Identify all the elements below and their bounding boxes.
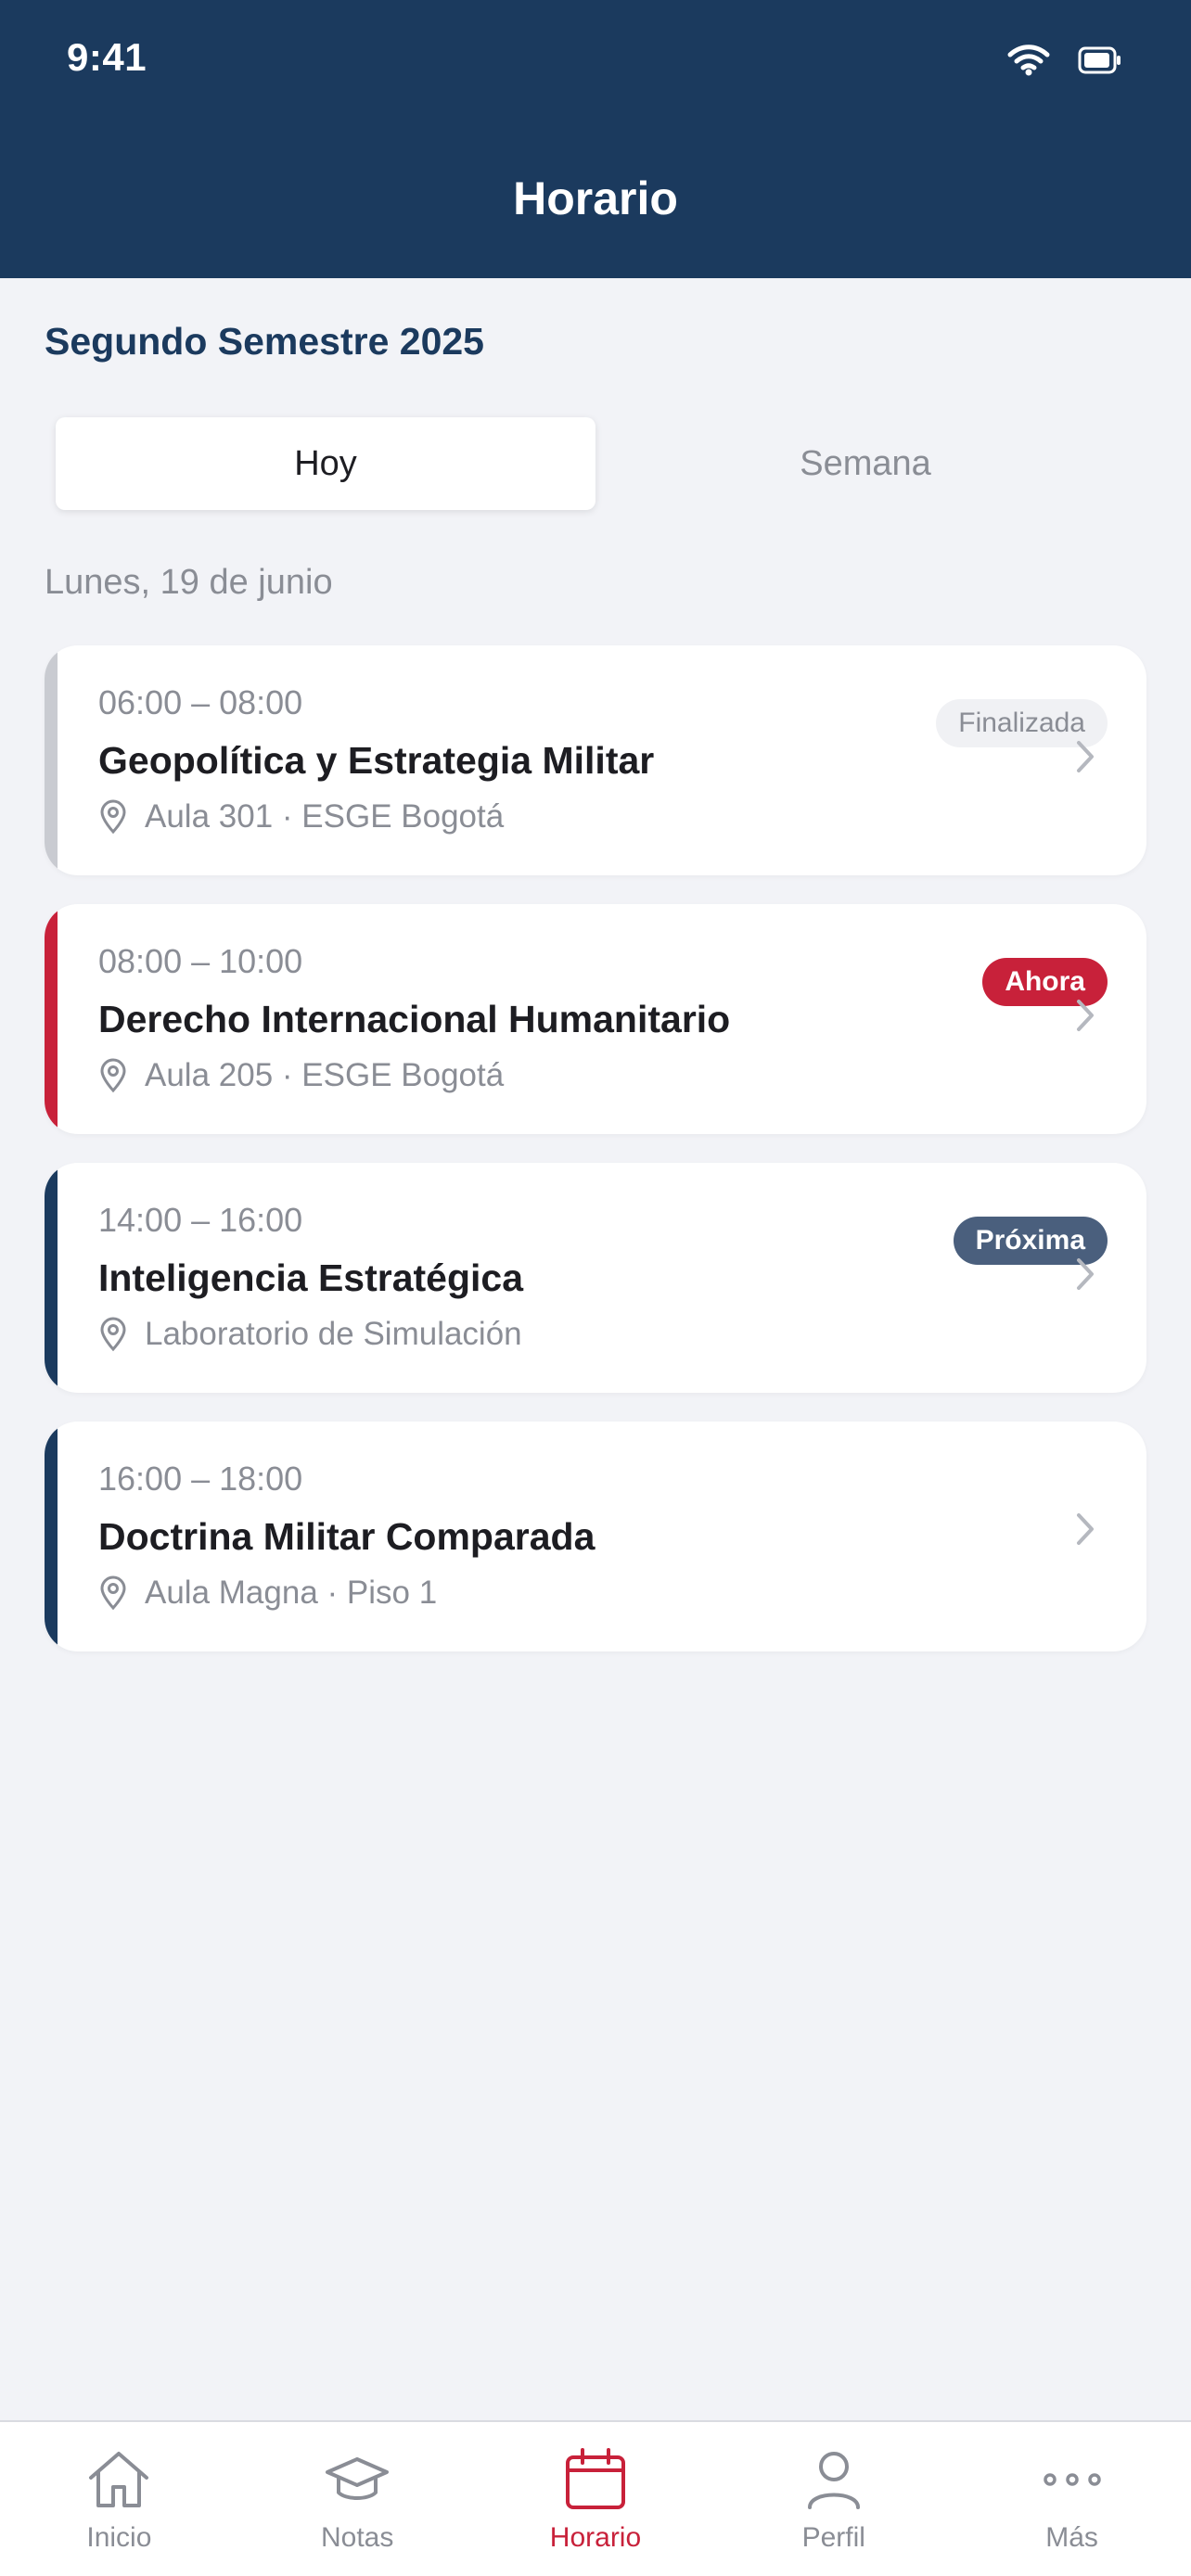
class-location-text: Aula 205 · ESGE Bogotá <box>145 1057 505 1093</box>
card-accent-bar <box>45 645 58 875</box>
class-location-text: Aula 301 · ESGE Bogotá <box>145 798 505 835</box>
segment-week[interactable]: Semana <box>596 417 1135 510</box>
tab-perfil[interactable]: Perfil <box>714 2422 953 2576</box>
page-title: Horario <box>513 172 678 224</box>
location-pin-icon <box>100 799 126 835</box>
date-label: Lunes, 19 de junio <box>45 563 333 602</box>
class-title: Doctrina Militar Comparada <box>98 1515 596 1558</box>
location-pin-icon <box>100 1575 126 1611</box>
wifi-icon <box>1007 45 1050 76</box>
class-location-text: Aula Magna · Piso 1 <box>145 1575 438 1611</box>
class-card[interactable]: 06:00 – 08:00 Geopolítica y Estrategia M… <box>45 645 1146 875</box>
class-card[interactable]: 14:00 – 16:00 Inteligencia Estratégica L… <box>45 1163 1146 1393</box>
location-pin-icon <box>100 1058 126 1093</box>
class-location: Aula Magna · Piso 1 <box>98 1570 437 1616</box>
more-icon <box>1043 2473 1101 2486</box>
tab-notas[interactable]: Notas <box>238 2422 477 2576</box>
tab-label: Más <box>1045 2522 1098 2553</box>
class-location: Laboratorio de Simulación <box>98 1311 522 1358</box>
card-accent-bar <box>45 904 58 1134</box>
calendar-icon <box>565 2448 625 2509</box>
graduation-cap-icon <box>326 2457 390 2500</box>
tab-label: Horario <box>549 2522 642 2553</box>
class-card[interactable]: 16:00 – 18:00 Doctrina Militar Comparada… <box>45 1422 1146 1651</box>
view-segmented-control: Hoy Semana <box>45 406 1146 521</box>
class-title: Derecho Internacional Humanitario <box>98 998 731 1040</box>
app-header: 9:41 Horario <box>0 0 1191 278</box>
class-card[interactable]: 08:00 – 10:00 Derecho Internacional Huma… <box>45 904 1146 1134</box>
class-location-text: Laboratorio de Simulación <box>145 1316 522 1352</box>
bottom-tab-bar: Inicio Notas Horario Perfil Más <box>0 2420 1191 2576</box>
chevron-right-icon <box>1077 1513 1094 1545</box>
class-time: 08:00 – 10:00 <box>98 942 303 980</box>
class-location: Aula 301 · ESGE Bogotá <box>98 794 504 840</box>
class-time: 14:00 – 16:00 <box>98 1201 303 1239</box>
tab-mas[interactable]: Más <box>953 2422 1191 2576</box>
class-time: 06:00 – 08:00 <box>98 683 303 721</box>
class-location: Aula 205 · ESGE Bogotá <box>98 1052 504 1099</box>
class-time: 16:00 – 18:00 <box>98 1460 303 1498</box>
chevron-right-icon <box>1077 1258 1094 1290</box>
tab-horario[interactable]: Horario <box>477 2422 715 2576</box>
chevron-right-icon <box>1077 741 1094 772</box>
card-accent-bar <box>45 1163 58 1393</box>
tab-label: Perfil <box>801 2522 865 2553</box>
location-pin-icon <box>100 1317 126 1352</box>
chevron-right-icon <box>1077 1000 1094 1031</box>
tab-label: Inicio <box>86 2522 152 2553</box>
card-accent-bar <box>45 1422 58 1651</box>
semester-title: Segundo Semestre 2025 <box>45 320 484 363</box>
class-title: Inteligencia Estratégica <box>98 1256 524 1299</box>
class-title: Geopolítica y Estrategia Militar <box>98 739 655 782</box>
status-time: 9:41 <box>67 35 147 79</box>
segment-today[interactable]: Hoy <box>56 417 596 510</box>
home-icon <box>89 2452 149 2507</box>
tab-inicio[interactable]: Inicio <box>0 2422 238 2576</box>
user-icon <box>807 2452 860 2509</box>
status-icons <box>1007 45 1122 76</box>
battery-icon <box>1078 46 1121 74</box>
tab-label: Notas <box>321 2522 394 2553</box>
